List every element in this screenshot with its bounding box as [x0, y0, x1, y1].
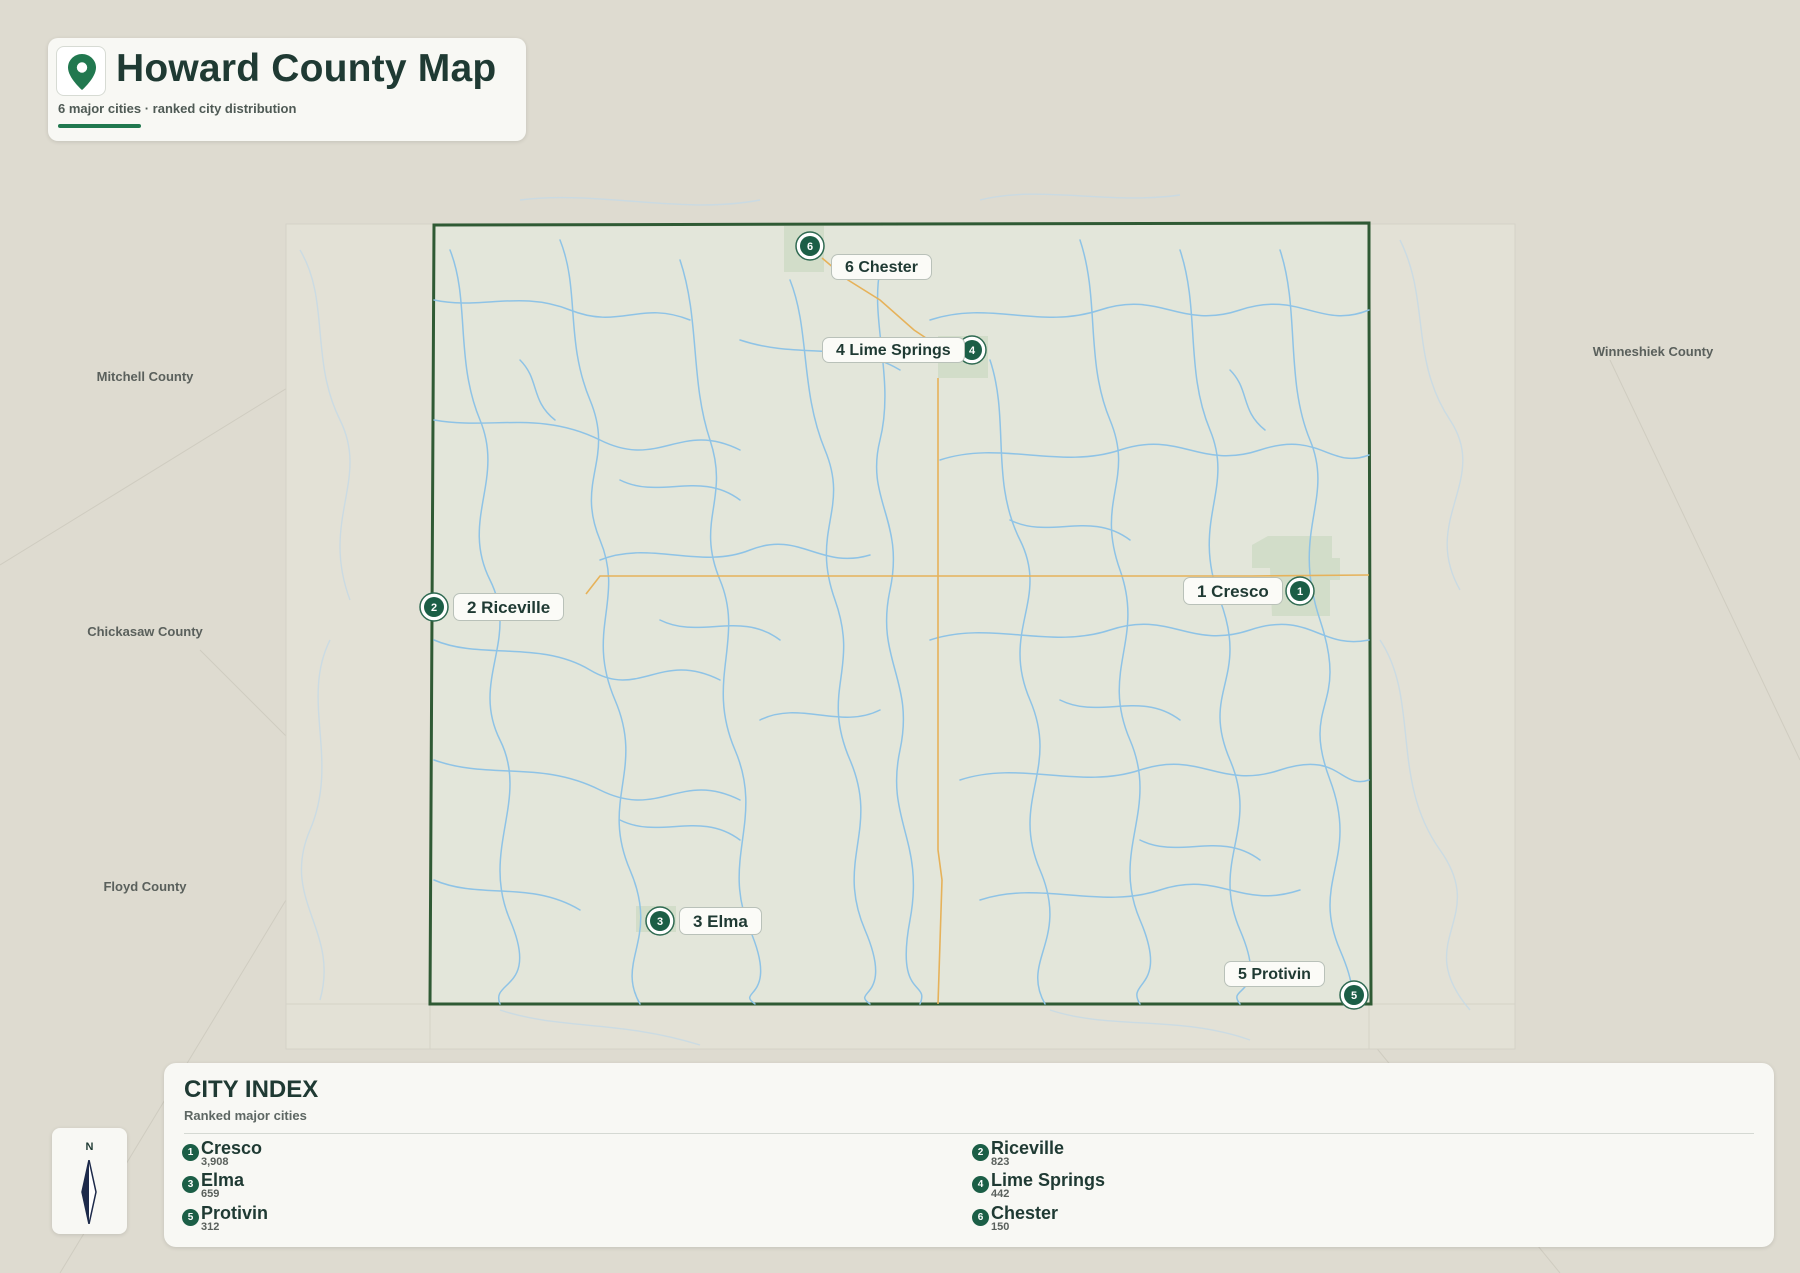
city-marker-6[interactable]: 6	[795, 231, 825, 261]
rank-badge: 5	[182, 1209, 199, 1226]
city-index-panel: CITY INDEX Ranked major cities 1 Cresco …	[164, 1063, 1774, 1247]
index-title: CITY INDEX	[184, 1076, 319, 1103]
title-card: Howard County Map 6 major cities · ranke…	[48, 38, 526, 141]
map-pin-icon	[56, 46, 106, 96]
rank-badge: 1	[182, 1144, 199, 1161]
svg-text:1: 1	[1297, 586, 1303, 598]
title-accent-bar	[58, 124, 141, 128]
city-label-protivin[interactable]: 5 Protivin	[1224, 961, 1325, 987]
city-label-cresco[interactable]: 1 Cresco	[1183, 577, 1283, 605]
neighbor-label-chickasaw: Chickasaw County	[87, 624, 203, 639]
page-title: Howard County Map	[116, 47, 497, 90]
city-label-elma[interactable]: 3 Elma	[679, 907, 762, 935]
index-city-population: 823	[991, 1156, 1010, 1168]
compass-north-label: N	[85, 1141, 94, 1153]
svg-text:6: 6	[807, 241, 813, 253]
index-city-population: 150	[991, 1221, 1010, 1233]
city-marker-1[interactable]: 1	[1285, 576, 1315, 606]
city-marker-2[interactable]: 2	[419, 592, 449, 622]
neighbor-label-floyd: Floyd County	[103, 879, 187, 894]
page-subtitle: 6 major cities · ranked city distributio…	[58, 101, 297, 116]
city-marker-3[interactable]: 3	[645, 906, 675, 936]
index-city-population: 442	[991, 1188, 1010, 1200]
index-city-population: 3,908	[201, 1156, 229, 1168]
rank-badge: 2	[972, 1144, 989, 1161]
city-label-chester[interactable]: 6 Chester	[831, 254, 932, 280]
svg-text:4: 4	[969, 345, 976, 357]
index-city-population: 659	[201, 1188, 220, 1200]
rank-badge: 4	[972, 1176, 989, 1193]
index-divider	[184, 1133, 1754, 1134]
compass: N	[52, 1128, 127, 1234]
city-label-lime-springs[interactable]: 4 Lime Springs	[822, 337, 965, 363]
city-marker-5[interactable]: 5	[1339, 980, 1369, 1010]
svg-text:3: 3	[657, 916, 663, 928]
rank-badge: 6	[972, 1209, 989, 1226]
north-arrow-icon	[81, 1160, 97, 1224]
rank-badge: 3	[182, 1176, 199, 1193]
svg-text:5: 5	[1351, 990, 1357, 1002]
index-city-population: 312	[201, 1221, 220, 1233]
index-subtitle: Ranked major cities	[184, 1108, 307, 1123]
svg-text:2: 2	[431, 602, 437, 614]
neighbor-label-mitchell: Mitchell County	[96, 369, 194, 384]
neighbor-label-winneshiek: Winneshiek County	[1592, 344, 1714, 359]
city-label-riceville[interactable]: 2 Riceville	[453, 593, 565, 621]
